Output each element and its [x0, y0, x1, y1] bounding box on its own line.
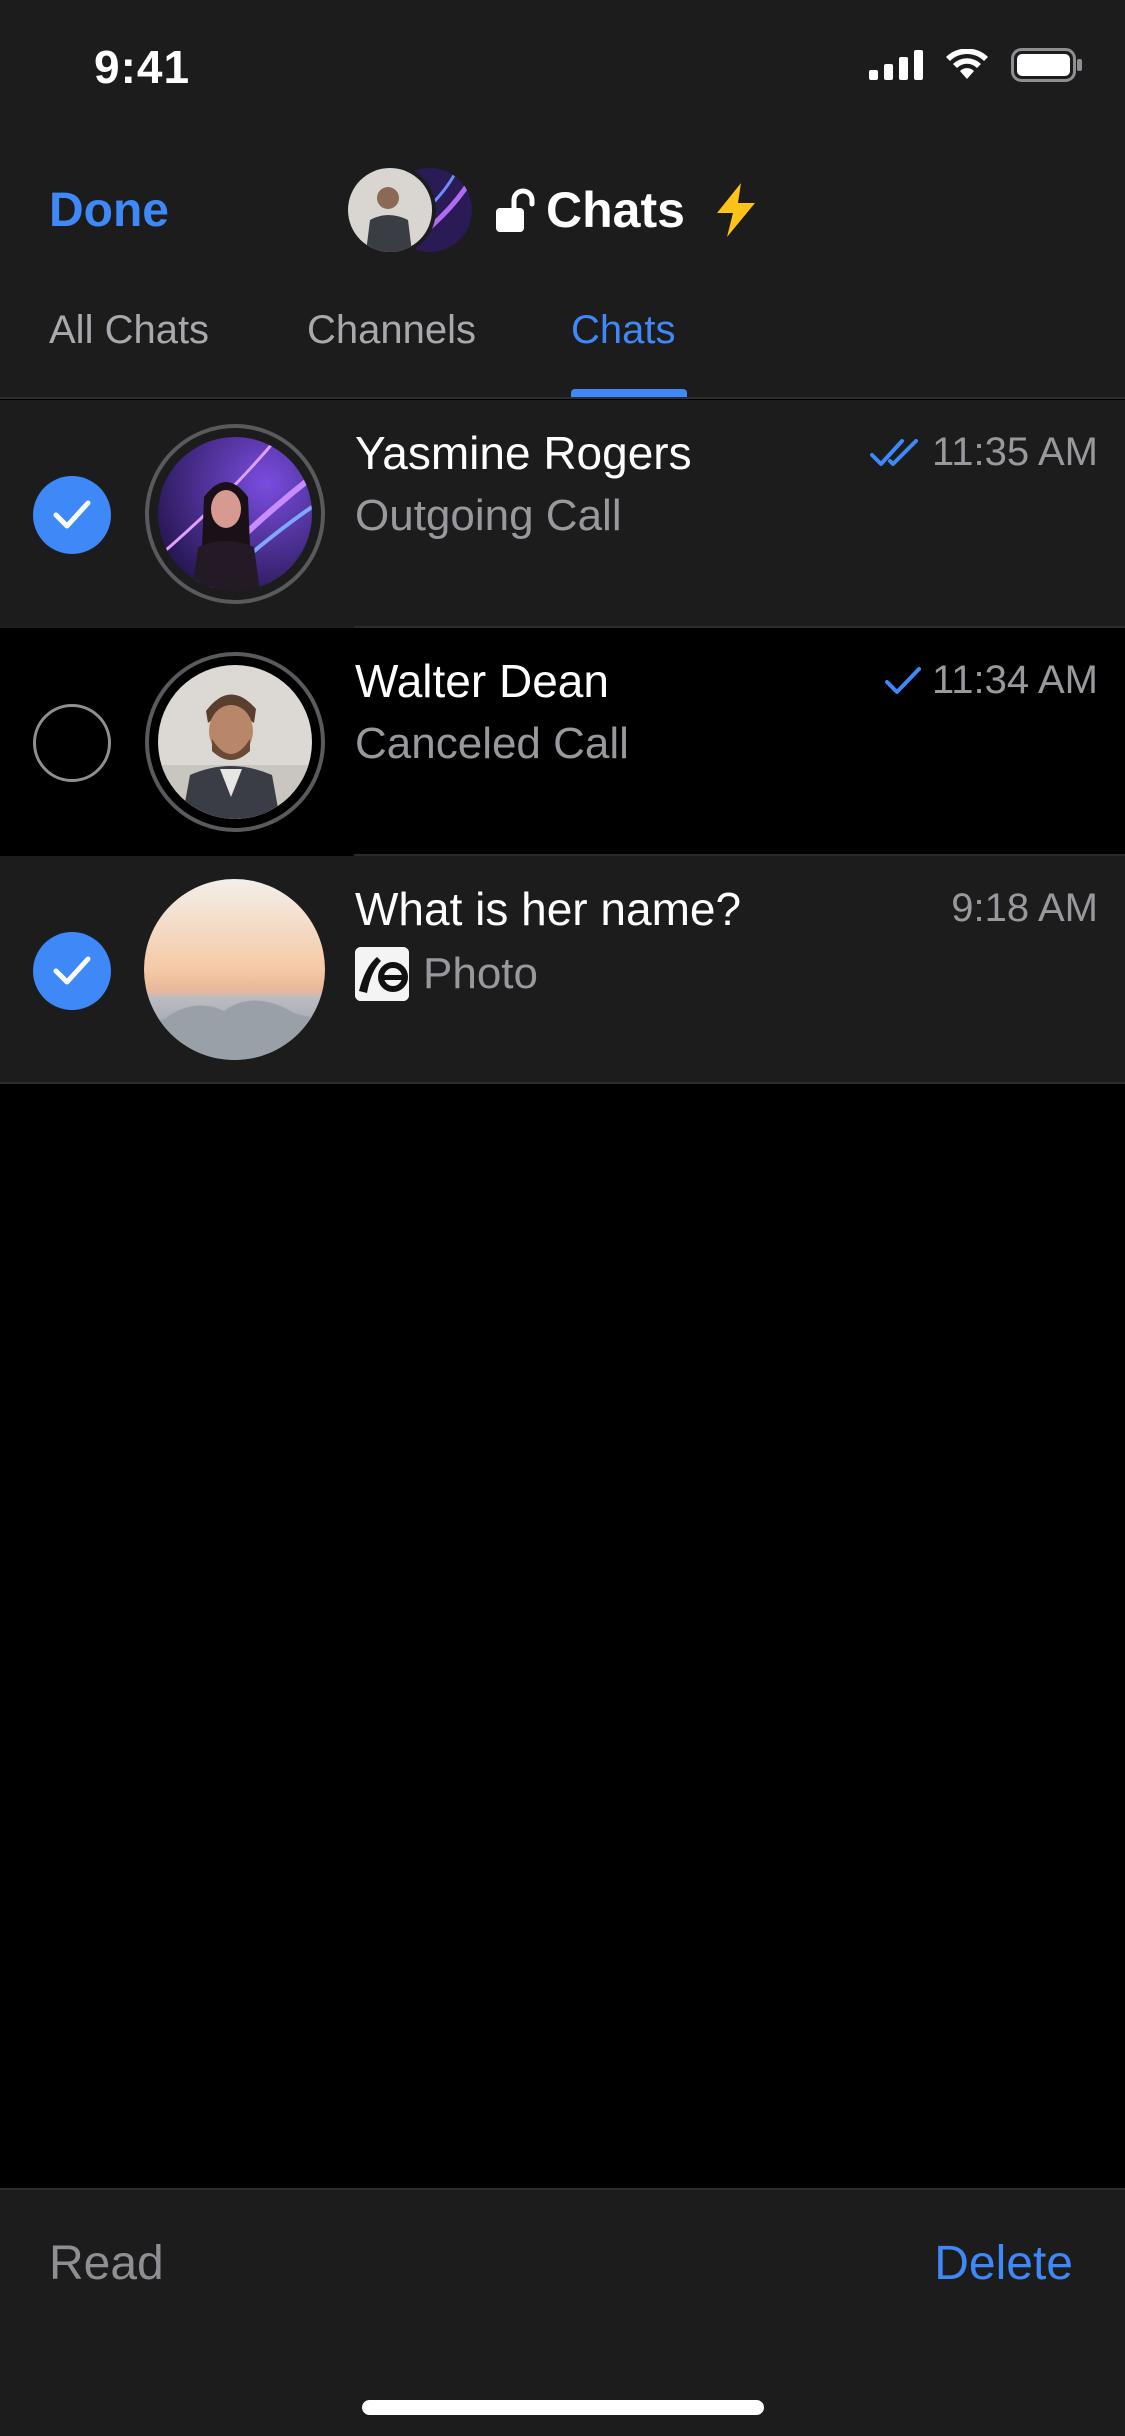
single-check-icon [884, 666, 921, 694]
selection-checkbox[interactable] [33, 932, 111, 1010]
chat-name: What is her name? [355, 883, 742, 935]
checkmark-icon [53, 956, 91, 985]
chat-time: 11:35 AM [931, 430, 1098, 474]
avatar [344, 164, 436, 256]
battery-icon [1011, 48, 1082, 82]
tab-channels[interactable]: Channels [307, 308, 476, 353]
edit-toolbar: Read Delete [0, 2188, 1125, 2436]
status-time: 9:41 [94, 41, 191, 93]
chat-name: Walter Dean [355, 655, 609, 707]
home-indicator[interactable] [362, 2400, 764, 2415]
chat-time: 9:18 AM [951, 886, 1098, 930]
cellular-signal-icon [869, 50, 923, 80]
chat-row-walter-dean[interactable]: Walter Dean Canceled Call 11:34 AM [0, 628, 1125, 856]
lock-open-icon [496, 188, 535, 232]
chat-meta: 11:35 AM [869, 430, 1098, 475]
avatar[interactable] [158, 437, 312, 591]
chat-preview: Canceled Call [355, 719, 629, 768]
chat-meta: 11:34 AM [884, 658, 1098, 703]
double-check-icon [869, 438, 918, 466]
account-avatars [344, 164, 476, 256]
chat-preview: Photo [355, 947, 538, 1001]
wifi-icon [946, 49, 988, 79]
header-title-group[interactable]: Chats [344, 164, 759, 256]
folder-tabs: All Chats Channels Chats [0, 300, 1125, 399]
chat-row-yasmine-rogers[interactable]: Yasmine Rogers Outgoing Call 11:35 AM [0, 400, 1125, 628]
chat-preview: Outgoing Call [355, 491, 622, 540]
delete-button[interactable]: Delete [934, 2236, 1073, 2291]
avatar[interactable] [144, 879, 325, 1060]
lightning-bolt-icon [716, 183, 755, 237]
page-title: Chats [546, 182, 685, 238]
avatar[interactable] [158, 665, 312, 819]
navigation-header: 9:41 Done Chats All Chats Channels Chats [0, 0, 1125, 399]
selection-checkbox[interactable] [33, 704, 111, 782]
selection-checkbox[interactable] [33, 476, 111, 554]
chat-name: Yasmine Rogers [355, 427, 692, 479]
checkmark-icon [53, 500, 91, 529]
chat-row-photo[interactable]: What is her name? Photo 9:18 AM [0, 856, 1125, 1084]
done-button[interactable]: Done [49, 183, 169, 238]
read-button[interactable]: Read [49, 2236, 164, 2291]
photo-thumbnail [355, 947, 409, 1001]
tab-chats[interactable]: Chats [571, 308, 676, 353]
status-icons [869, 48, 1083, 82]
active-tab-indicator [571, 389, 687, 397]
tab-all-chats[interactable]: All Chats [49, 308, 209, 353]
chat-preview-text: Photo [423, 949, 538, 998]
row-divider [0, 1082, 1125, 1084]
chat-meta: 9:18 AM [951, 886, 1098, 931]
chat-time: 11:34 AM [931, 658, 1098, 702]
